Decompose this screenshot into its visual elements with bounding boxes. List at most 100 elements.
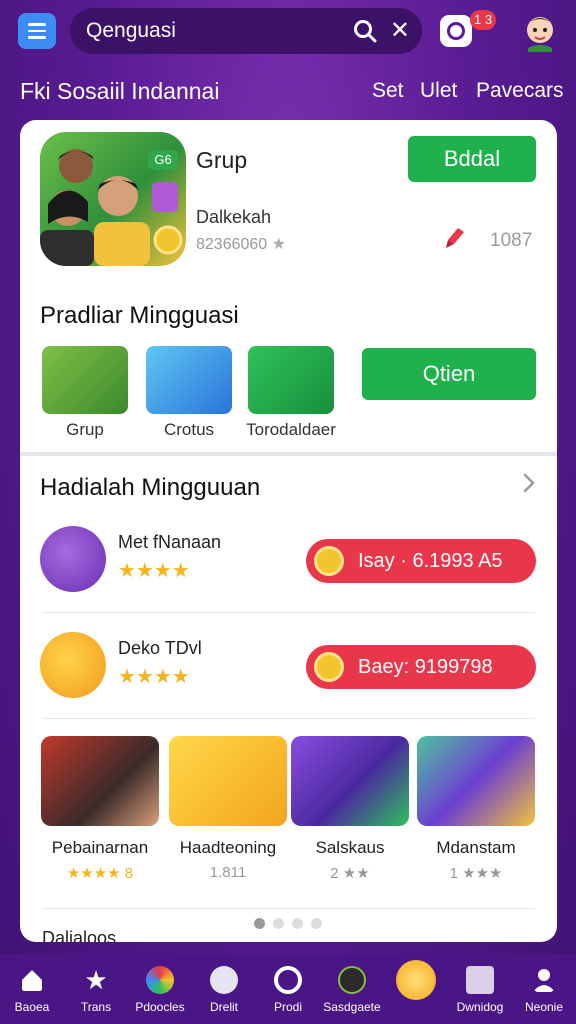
row-divider — [42, 612, 535, 613]
mini-item-torodaldaer[interactable]: Torodaldaer — [246, 346, 336, 440]
app-tile[interactable]: Salskaus 2 ★★ — [290, 736, 410, 882]
nav-item-home[interactable]: Baoea — [0, 954, 64, 1024]
nav-link-pavecars[interactable]: Pavecars — [476, 79, 564, 103]
nav-label: Prodi — [273, 1000, 302, 1014]
nav-item-dwnidog[interactable]: Dwnidog — [448, 954, 512, 1024]
section-title-rewards: Hadialah Mingguuan — [40, 474, 261, 501]
featured-meta-text: 82366060 — [196, 236, 268, 253]
mail-icon — [466, 966, 494, 994]
search-icon[interactable] — [352, 18, 378, 44]
reward-claim-button[interactable]: Baey: 9199798 — [306, 645, 536, 689]
app-thumbnail — [169, 736, 287, 826]
reward-name: Deko TDvl — [118, 638, 202, 658]
page-dot[interactable] — [311, 918, 322, 929]
featured-subtitle: Dalkekah — [196, 207, 272, 227]
coin-icon — [396, 960, 436, 1000]
reward-pill-text: Baey: 9199798 — [358, 655, 493, 678]
nav-item-drelit[interactable]: Drelit — [192, 954, 256, 1024]
nav-label: Drelit — [209, 1000, 238, 1014]
app-name: Salskaus — [315, 838, 385, 857]
app-name: Mdanstam — [436, 838, 516, 857]
page-dot[interactable] — [292, 918, 303, 929]
app-thumbnail — [41, 736, 159, 826]
nav-item-trans[interactable]: ★ Trans — [64, 954, 128, 1024]
search-bar: ✕ — [70, 8, 422, 54]
section-title-weekly: Pradliar Mingguasi — [40, 302, 239, 329]
close-icon[interactable]: ✕ — [390, 18, 410, 44]
app-rating: 2 ★★ — [330, 865, 370, 882]
star-icon: ★ — [84, 965, 108, 995]
menu-icon-line — [28, 29, 46, 33]
app-thumbnail — [417, 736, 535, 826]
camera-icon[interactable] — [440, 15, 472, 47]
star-rating: ★★★★ — [118, 666, 190, 688]
reward-pill-text: Isay · 6.1993 A5 — [358, 549, 503, 572]
avatar[interactable] — [520, 8, 560, 52]
search-input[interactable] — [86, 19, 336, 43]
app-tile[interactable]: Mdanstam 1 ★★★ — [416, 736, 536, 882]
nav-item-prodi[interactable]: Prodi — [256, 954, 320, 1024]
home-icon — [22, 970, 42, 991]
page-dot[interactable] — [273, 918, 284, 929]
nav-item-sasdgaete[interactable]: Sasdgaete — [320, 954, 384, 1024]
app-name: Haadteoning — [179, 838, 277, 857]
app-tile[interactable]: Haadteoning 1.811 — [168, 736, 288, 881]
nav-link-ulet[interactable]: Ulet — [420, 79, 457, 103]
target-icon — [274, 966, 302, 994]
menu-icon-line — [28, 23, 46, 26]
smiley-icon — [210, 966, 238, 994]
tag-icon[interactable] — [444, 226, 466, 250]
reward-icon-2[interactable] — [40, 632, 106, 698]
app-rating: 1 ★★★ — [449, 865, 503, 882]
menu-icon-line — [28, 36, 46, 39]
palette-icon — [146, 966, 174, 994]
app-tile[interactable]: Pebainarnan ★★★★ 8 — [40, 736, 160, 882]
app-rating: ★★★★ 8 — [66, 865, 134, 882]
row-divider — [42, 718, 535, 719]
nav-label: Sasdgaete — [323, 1000, 381, 1014]
star-rating: ★★★★ — [118, 560, 190, 582]
row-divider — [42, 908, 535, 909]
grup-thumbnail — [42, 346, 128, 414]
next-section-title: Dalialoos — [42, 928, 117, 942]
app-title: Fki Sosaiil Indannai — [20, 78, 220, 104]
featured-title: Grup — [196, 147, 248, 173]
app-rating: 1.811 — [209, 864, 247, 881]
nav-label: Baoea — [14, 1000, 50, 1014]
app-thumbnail — [291, 736, 409, 826]
chevron-right-icon[interactable] — [522, 472, 536, 494]
coin-icon — [314, 546, 344, 576]
nav-item-pdoocles[interactable]: Pdoocles — [128, 954, 192, 1024]
nav-label: Dwnidog — [456, 1000, 504, 1014]
crotus-thumbnail — [146, 346, 232, 414]
nav-item-coin[interactable] — [384, 954, 448, 1024]
featured-badge: G6 — [148, 150, 178, 170]
nav-link-set[interactable]: Set — [372, 79, 404, 103]
nav-label: Trans — [80, 1000, 112, 1014]
top-bar: ✕ 1 3 — [0, 0, 576, 64]
mini-item-crotus[interactable]: Crotus — [144, 346, 234, 440]
reward-claim-button[interactable]: Isay · 6.1993 A5 — [306, 539, 536, 583]
reward-name: Met fNanaan — [118, 532, 222, 552]
nav-item-neonie[interactable]: Neonie — [512, 954, 576, 1024]
mini-item-label: Crotus — [163, 420, 215, 439]
menu-button[interactable] — [18, 13, 56, 49]
mini-item-label: Grup — [66, 420, 104, 439]
mini-item-grup[interactable]: Grup — [40, 346, 130, 440]
featured-meta: 82366060 ★ — [196, 234, 286, 254]
reward-icon-1[interactable] — [40, 526, 106, 592]
nav-label: Pdoocles — [135, 1000, 185, 1014]
section-divider — [20, 452, 557, 456]
star-icon: ★ — [271, 236, 286, 253]
profile-icon — [533, 969, 555, 992]
main-card: G6 Grup Dalkekah 82366060 ★ Bddal 1087 P… — [20, 120, 557, 942]
pagination-dots[interactable] — [254, 918, 322, 929]
open-button[interactable]: Qtien — [362, 348, 536, 400]
coin-icon — [314, 652, 344, 682]
add-button[interactable]: Bddal — [408, 136, 536, 182]
app-name: Pebainarnan — [51, 838, 149, 857]
page-dot[interactable] — [254, 918, 265, 929]
sub-nav: Fki Sosaiil Indannai Set Ulet Pavecars — [0, 70, 576, 110]
bottom-nav: Baoea ★ Trans Pdoocles Drelit Prodi Sasd… — [0, 954, 576, 1024]
featured-count: 1087 — [490, 230, 533, 251]
